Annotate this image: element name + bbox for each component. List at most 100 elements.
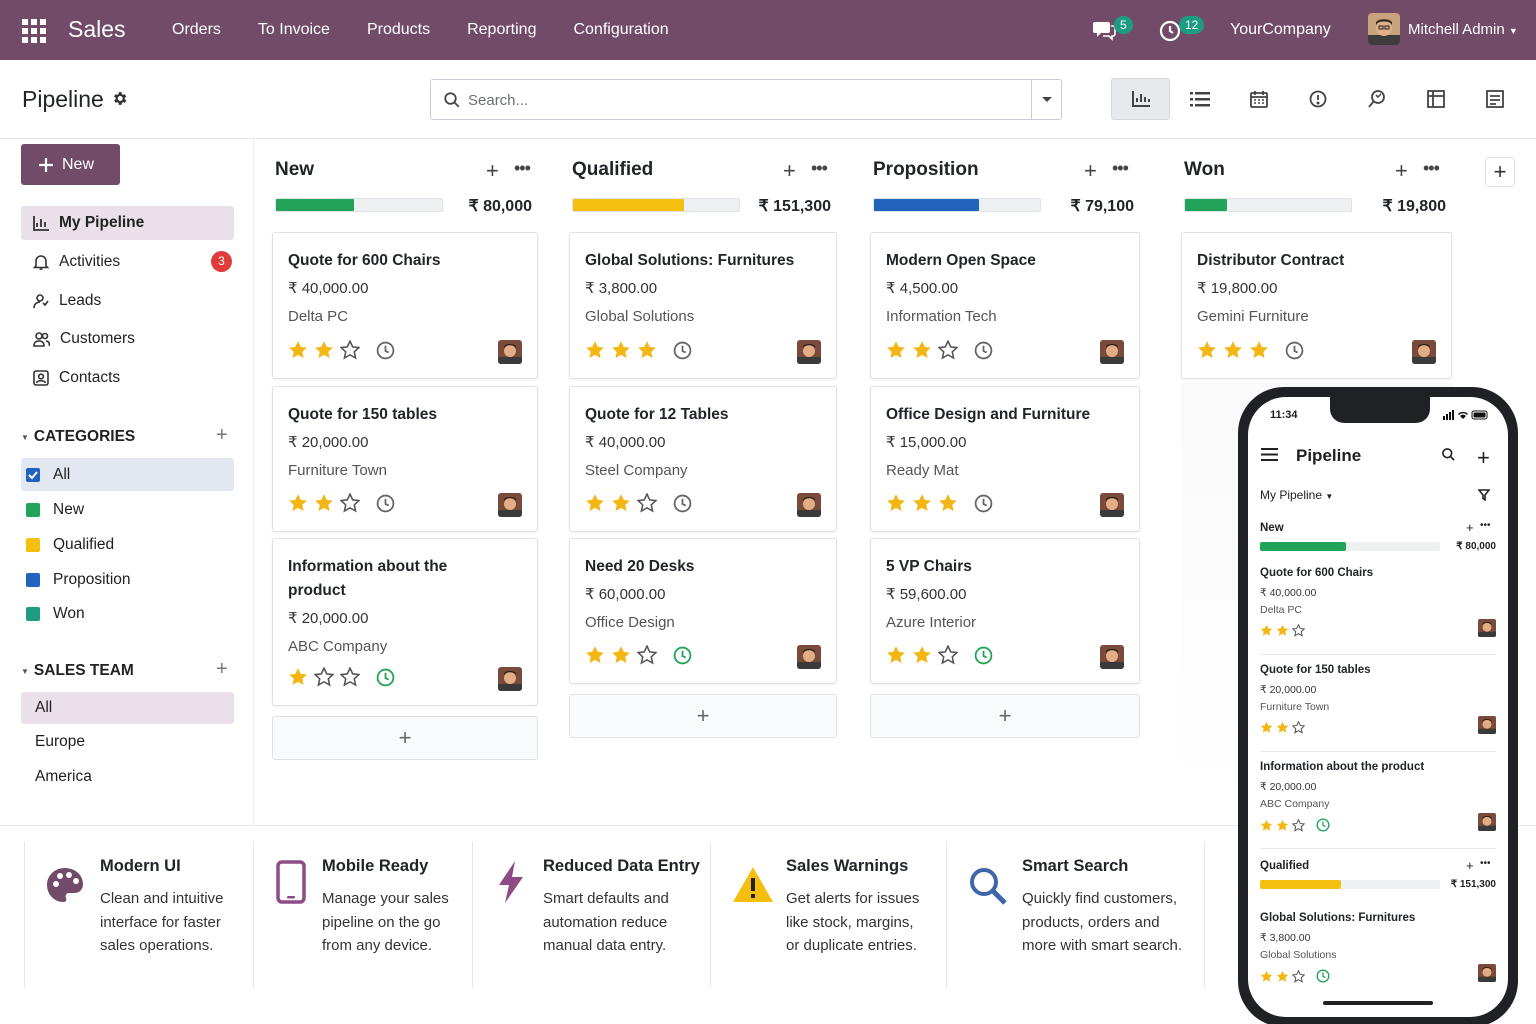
star-empty-icon[interactable] (938, 340, 958, 360)
star-filled-icon[interactable] (611, 340, 631, 360)
priority-stars[interactable] (886, 645, 999, 665)
activity-clock-green-icon[interactable] (673, 646, 692, 665)
priority-stars[interactable] (288, 667, 401, 687)
phone-priority-stars[interactable] (1260, 721, 1308, 734)
star-empty-icon[interactable] (1292, 624, 1305, 637)
category-proposition[interactable]: Proposition (21, 563, 234, 596)
column-add-card-button[interactable]: + (870, 694, 1140, 738)
star-filled-icon[interactable] (1223, 340, 1243, 360)
menu-orders[interactable]: Orders (172, 21, 221, 39)
activity-clock-green-icon[interactable] (1316, 818, 1330, 832)
sidebar-item-leads[interactable]: Leads (21, 284, 234, 318)
kanban-card[interactable]: Need 20 Desks ₹ 60,000.00 Office Design (569, 538, 837, 684)
phone-column-add[interactable]: + (1466, 520, 1474, 535)
column-options-icon[interactable]: ••• (514, 158, 531, 179)
search-icon[interactable] (1441, 447, 1456, 462)
priority-stars[interactable] (585, 493, 698, 513)
form-view-button[interactable] (1465, 78, 1524, 120)
star-empty-icon[interactable] (340, 493, 360, 513)
star-filled-icon[interactable] (611, 493, 631, 513)
activity-clock-green-icon[interactable] (974, 646, 993, 665)
menu-configuration[interactable]: Configuration (573, 21, 668, 39)
new-button[interactable]: New (21, 144, 120, 185)
priority-stars[interactable] (886, 340, 999, 360)
sidebar-item-customers[interactable]: Customers (21, 322, 234, 356)
star-filled-icon[interactable] (1260, 624, 1273, 637)
column-options-icon[interactable]: ••• (811, 158, 828, 179)
phone-column-add[interactable]: + (1466, 858, 1474, 873)
star-empty-icon[interactable] (637, 493, 657, 513)
star-filled-icon[interactable] (314, 340, 334, 360)
phone-filter-dropdown[interactable]: My Pipeline ▼ (1260, 488, 1333, 502)
column-add-card-button[interactable]: + (272, 716, 538, 760)
priority-stars[interactable] (585, 645, 698, 665)
star-filled-icon[interactable] (637, 340, 657, 360)
gear-icon[interactable] (111, 90, 128, 107)
star-filled-icon[interactable] (1276, 819, 1289, 832)
category-all[interactable]: All (21, 458, 234, 491)
activity-clock-icon[interactable] (673, 341, 692, 360)
activity-clock-green-icon[interactable] (376, 668, 395, 687)
star-filled-icon[interactable] (1276, 721, 1289, 734)
star-filled-icon[interactable] (1260, 819, 1273, 832)
phone-priority-stars[interactable] (1260, 624, 1308, 637)
star-filled-icon[interactable] (288, 667, 308, 687)
menu-products[interactable]: Products (367, 21, 430, 39)
kanban-card[interactable]: Global Solutions: Furnitures ₹ 3,800.00 Gl… (569, 232, 837, 379)
activity-view-button[interactable] (1288, 78, 1347, 120)
star-filled-icon[interactable] (585, 645, 605, 665)
column-options-icon[interactable]: ••• (1112, 158, 1129, 179)
categories-header[interactable]: ▼ CATEGORIES (21, 428, 135, 446)
kanban-card[interactable]: Distributor Contract ₹ 19,800.00 Gemini Fu… (1181, 232, 1452, 379)
star-empty-icon[interactable] (1292, 721, 1305, 734)
user-avatar[interactable] (1368, 13, 1400, 45)
kanban-card[interactable]: 5 VP Chairs ₹ 59,600.00 Azure Interior (870, 538, 1140, 684)
activity-clock-icon[interactable] (673, 494, 692, 513)
star-filled-icon[interactable] (912, 340, 932, 360)
kanban-card[interactable]: Quote for 600 Chairs ₹ 40,000.00 Delta PC (272, 232, 538, 379)
checkbox-checked-icon[interactable] (26, 467, 40, 482)
kanban-card[interactable]: Office Design and Furniture ₹ 15,000.00 Re… (870, 386, 1140, 532)
star-filled-icon[interactable] (585, 340, 605, 360)
category-new[interactable]: New (21, 493, 234, 526)
column-progress-bar[interactable] (873, 198, 1041, 212)
phone-column-options-icon[interactable]: ••• (1480, 858, 1491, 869)
column-quick-add-button[interactable]: + (486, 158, 499, 184)
star-empty-icon[interactable] (938, 645, 958, 665)
star-empty-icon[interactable] (1292, 969, 1305, 983)
priority-stars[interactable] (288, 493, 401, 513)
star-filled-icon[interactable] (1260, 721, 1273, 734)
star-empty-icon[interactable] (314, 667, 334, 687)
priority-stars[interactable] (288, 340, 401, 360)
star-empty-icon[interactable] (340, 340, 360, 360)
star-filled-icon[interactable] (1276, 970, 1289, 983)
star-filled-icon[interactable] (912, 493, 932, 513)
user-menu[interactable]: Mitchell Admin ▼ (1408, 21, 1518, 38)
priority-stars[interactable] (886, 493, 999, 513)
add-team-button[interactable]: + (216, 658, 228, 681)
star-filled-icon[interactable] (938, 493, 958, 513)
star-empty-icon[interactable] (340, 667, 360, 687)
filter-icon[interactable] (1478, 489, 1490, 501)
star-filled-icon[interactable] (314, 493, 334, 513)
sidebar-item-contacts[interactable]: Contacts (21, 361, 234, 395)
star-filled-icon[interactable] (886, 493, 906, 513)
search-bar[interactable]: Search... (430, 79, 1062, 120)
column-progress-bar[interactable] (275, 198, 443, 212)
priority-stars[interactable] (585, 340, 698, 360)
menu-to-invoice[interactable]: To Invoice (258, 21, 330, 39)
star-empty-icon[interactable] (1292, 818, 1305, 832)
column-quick-add-button[interactable]: + (1084, 158, 1097, 184)
column-quick-add-button[interactable]: + (1395, 158, 1408, 184)
kanban-card[interactable]: Quote for 150 tables ₹ 20,000.00 Furniture… (272, 386, 538, 532)
add-column-button[interactable]: + (1485, 157, 1515, 187)
sidebar-item-activities[interactable]: Activities 3 (21, 245, 234, 279)
calendar-view-button[interactable] (1229, 78, 1288, 120)
activity-clock-icon[interactable] (376, 341, 395, 360)
star-filled-icon[interactable] (912, 645, 932, 665)
company-switcher[interactable]: YourCompany (1230, 21, 1331, 39)
phone-priority-stars[interactable] (1260, 969, 1333, 983)
add-category-button[interactable]: + (216, 424, 228, 447)
map-view-button[interactable] (1347, 78, 1406, 120)
column-quick-add-button[interactable]: + (783, 158, 796, 184)
